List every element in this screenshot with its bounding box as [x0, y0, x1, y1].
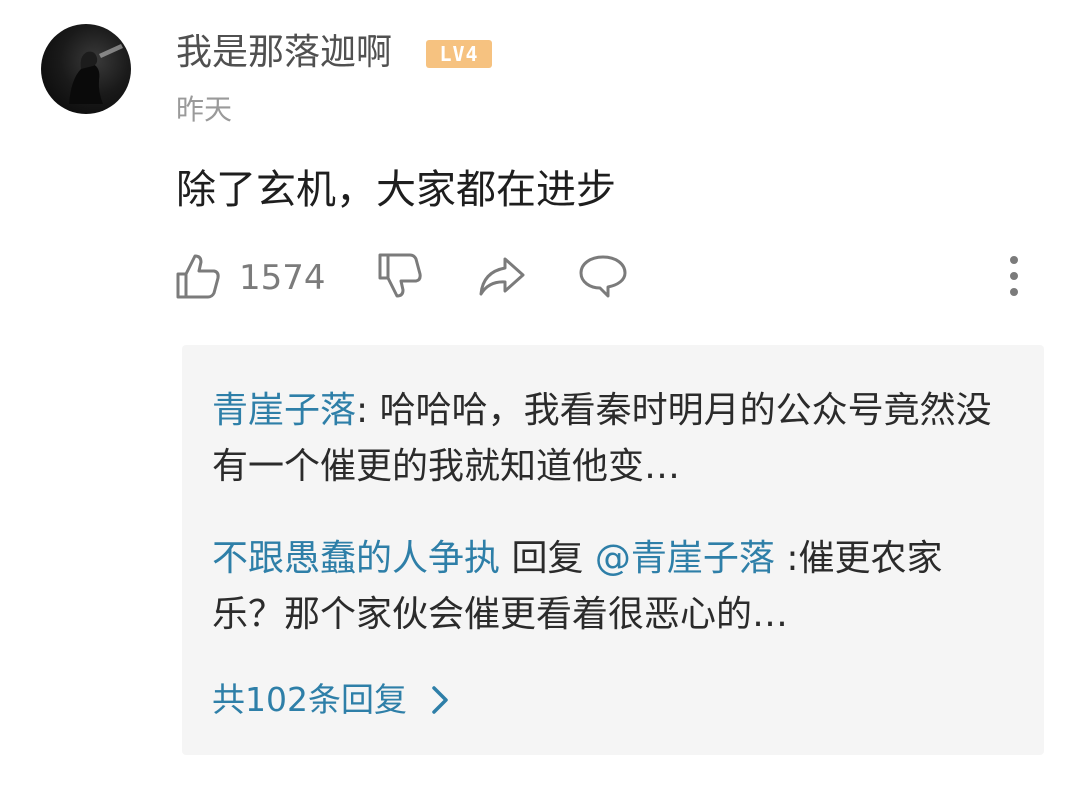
- vertical-dots-icon: [996, 254, 1032, 302]
- thumbs-up-icon: [175, 252, 221, 304]
- share-arrow-icon: [477, 256, 527, 302]
- like-count: 1574: [239, 258, 326, 298]
- speech-bubble-icon: [578, 254, 628, 302]
- chevron-right-icon: [431, 685, 449, 715]
- reply-author[interactable]: 青崖子落: [212, 390, 356, 431]
- comment-text: 除了玄机，大家都在进步: [176, 167, 616, 213]
- reply-author[interactable]: 不跟愚蠢的人争执: [212, 538, 500, 579]
- avatar-image: [69, 44, 123, 104]
- level-badge: LV4: [426, 40, 492, 68]
- comment-button[interactable]: [578, 254, 628, 302]
- username[interactable]: 我是那落迦啊: [176, 30, 392, 76]
- like-button[interactable]: 1574: [175, 252, 326, 304]
- timestamp: 昨天: [176, 93, 233, 126]
- reply-separator: :: [774, 538, 799, 579]
- dislike-button[interactable]: [377, 252, 423, 304]
- reply-mention[interactable]: @青崖子落: [595, 538, 775, 579]
- share-button[interactable]: [477, 256, 527, 302]
- reply-item[interactable]: 青崖子落: 哈哈哈，我看秦时明月的公众号竟然没有一个催更的我就知道他变…: [212, 383, 1002, 495]
- reply-separator: :: [356, 390, 380, 431]
- replies-panel[interactable]: 青崖子落: 哈哈哈，我看秦时明月的公众号竟然没有一个催更的我就知道他变… 不跟愚…: [182, 345, 1044, 755]
- reply-item[interactable]: 不跟愚蠢的人争执 回复 @青崖子落 :催更农家乐？那个家伙会催更看着很恶心的…: [212, 531, 1002, 643]
- more-replies-label: 共102条回复: [212, 680, 407, 719]
- thumbs-down-icon: [377, 252, 423, 304]
- reply-word: 回复: [500, 538, 595, 579]
- avatar[interactable]: [41, 24, 131, 114]
- view-all-replies-link[interactable]: 共102条回复: [212, 675, 449, 725]
- more-options-button[interactable]: [996, 254, 1032, 302]
